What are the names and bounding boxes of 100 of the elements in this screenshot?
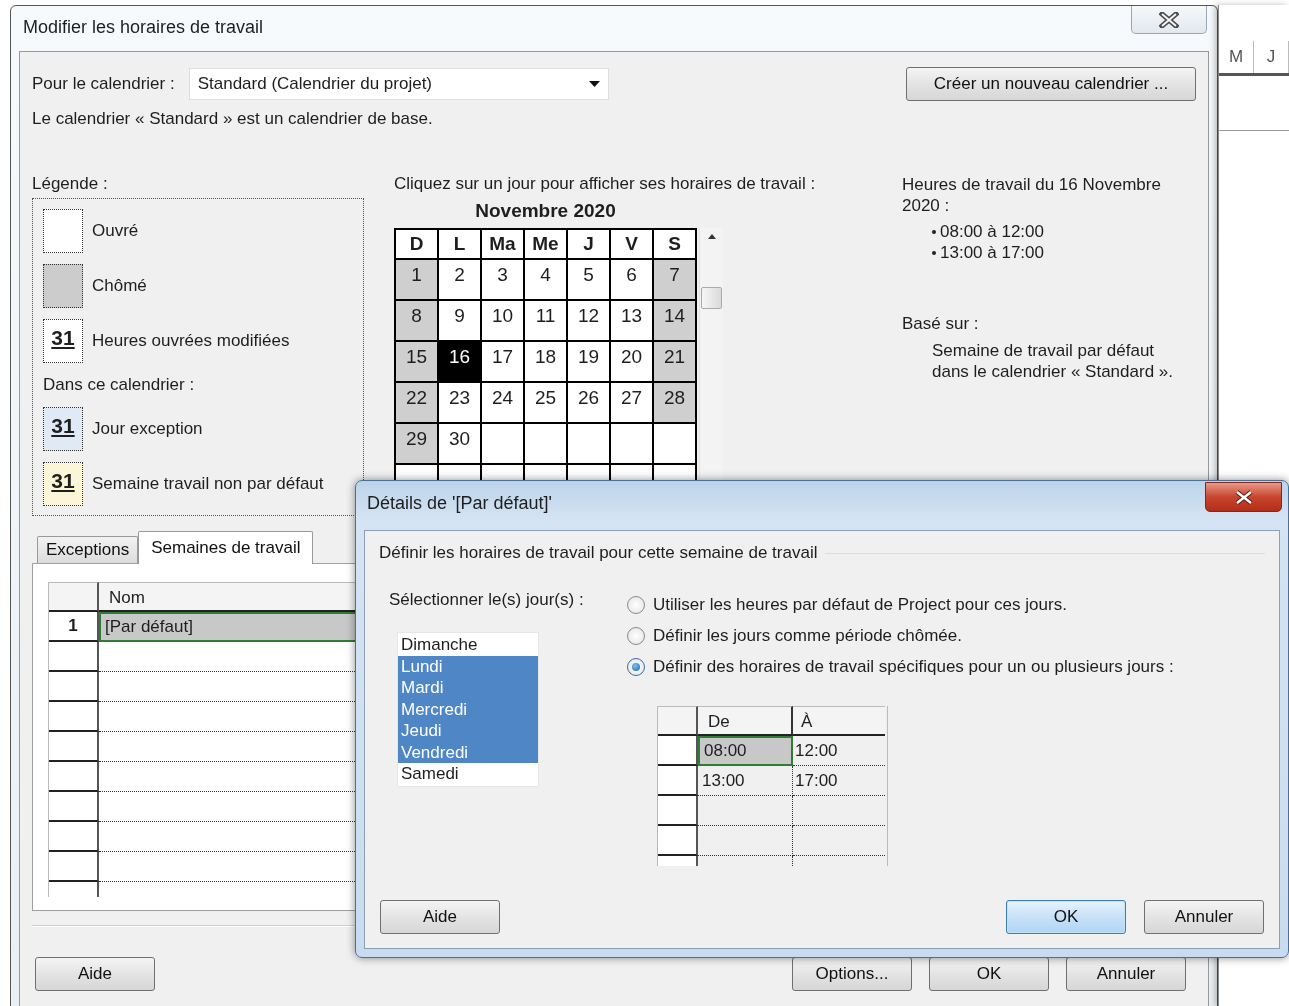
radio-button[interactable] — [627, 627, 645, 645]
calendar-day[interactable]: 28 — [654, 383, 695, 422]
calendar-cell — [611, 424, 652, 463]
calendar-day[interactable]: 2 — [439, 260, 480, 299]
calendar-day[interactable]: 24 — [482, 383, 523, 422]
calendar-day[interactable]: 8 — [396, 301, 437, 340]
list-item[interactable]: Dimanche — [398, 634, 538, 656]
calendar-day[interactable]: 22 — [396, 383, 437, 422]
row-header — [658, 736, 698, 766]
calendar-day[interactable]: 9 — [439, 301, 480, 340]
weekday-header: J — [568, 230, 609, 258]
row-header — [49, 792, 99, 822]
calendar-dropdown[interactable]: Standard (Calendrier du projet) — [188, 68, 609, 100]
calendar-day[interactable]: 26 — [568, 383, 609, 422]
time-range: 08:00 à 12:00 — [940, 221, 1044, 242]
calendar-day[interactable]: 15 — [396, 342, 437, 381]
scrollbar-thumb[interactable] — [701, 287, 722, 309]
table-cell[interactable] — [698, 796, 793, 826]
new-calendar-button[interactable]: Créer un nouveau calendrier ... — [906, 67, 1196, 101]
weekday-header: Me — [525, 230, 566, 258]
calendar-day[interactable]: 21 — [654, 342, 695, 381]
bullet-icon — [932, 229, 936, 234]
info-text: Le calendrier « Standard » est un calendrier de base. — [32, 109, 434, 129]
arrow-up-icon — [707, 234, 716, 239]
table-cell[interactable]: 17:00 — [793, 766, 885, 796]
calendar-cell — [654, 424, 695, 463]
calendar-day[interactable]: 27 — [611, 383, 652, 422]
month-title: Novembre 2020 — [474, 199, 617, 223]
field-label: Sélectionner le(s) jour(s) : — [389, 590, 585, 610]
close-button[interactable] — [1205, 482, 1282, 512]
calendar-day[interactable]: 23 — [439, 383, 480, 422]
calendar-day[interactable]: 25 — [525, 383, 566, 422]
section-label: Heures de travail du 16 Novembre 2020 : — [902, 174, 1162, 216]
button[interactable]: Options... — [792, 957, 912, 991]
calendar-day[interactable]: 10 — [482, 301, 523, 340]
list-item[interactable]: Mercredi — [398, 698, 538, 720]
radio-label[interactable]: Définir les jours comme période chômée. — [653, 626, 962, 646]
calendar-day[interactable]: 30 — [439, 424, 480, 463]
calendar-day[interactable]: 7 — [654, 260, 695, 299]
radio-label[interactable]: Définir des horaires de travail spécifiques pour un ou plusieurs jours : — [653, 657, 1174, 677]
time-range: 13:00 à 17:00 — [940, 242, 1044, 263]
list-item[interactable]: Jeudi — [398, 720, 538, 742]
group-title: Définir les horaires de travail pour cette semaine de travail — [379, 543, 818, 563]
calendar-day[interactable]: 3 — [482, 260, 523, 299]
list-item[interactable]: Vendredi — [398, 741, 538, 763]
button[interactable]: Annuler — [1144, 900, 1264, 934]
calendar-day[interactable]: 6 — [611, 260, 652, 299]
table-cell[interactable]: 08:00 — [698, 736, 793, 766]
legend-label: Chômé — [92, 276, 147, 296]
row-header — [49, 762, 99, 792]
row-header — [49, 672, 99, 702]
calendar-cell — [482, 424, 523, 463]
table-cell[interactable] — [698, 826, 793, 856]
caret-icon — [588, 81, 600, 87]
legend-swatch: 31 — [43, 462, 83, 506]
tab[interactable]: Exceptions — [37, 536, 139, 563]
calendar-day[interactable]: 17 — [482, 342, 523, 381]
table-cell[interactable]: 13:00 — [698, 766, 793, 796]
info-text: Semaine de travail par défaut dans le calendrier « Standard ». — [932, 340, 1174, 382]
weekday-header: V — [611, 230, 652, 258]
calendar-day[interactable]: 18 — [525, 342, 566, 381]
calendar-day[interactable]: 12 — [568, 301, 609, 340]
calendar-day[interactable]: 5 — [568, 260, 609, 299]
day-listbox[interactable]: Dimanche Lundi Mardi Mercredi Jeudi Vendredi Samedi — [397, 632, 539, 787]
close-button[interactable] — [1131, 6, 1207, 34]
calendar-day[interactable]: 29 — [396, 424, 437, 463]
field-label: Pour le calendrier : — [32, 74, 175, 94]
radio-button[interactable] — [627, 596, 645, 614]
section-label: Basé sur : — [902, 313, 980, 334]
window-title: Modifier les horaires de travail — [23, 17, 264, 38]
calendar-day[interactable]: 19 — [568, 342, 609, 381]
row-header — [49, 732, 99, 762]
section-label: Légende : — [32, 174, 109, 195]
button[interactable]: Annuler — [1066, 957, 1186, 991]
table-cell[interactable]: 12:00 — [793, 736, 885, 766]
weekday-header: D — [396, 230, 437, 258]
calendar-cell — [525, 424, 566, 463]
column-header: J — [1254, 41, 1289, 73]
list-item[interactable]: Mardi — [398, 677, 538, 699]
calendar-day[interactable]: 11 — [525, 301, 566, 340]
button[interactable]: Aide — [35, 957, 155, 991]
row-header — [49, 702, 99, 732]
legend-swatch: 31 — [43, 407, 83, 451]
calendar-day[interactable]: 4 — [525, 260, 566, 299]
list-item[interactable]: Samedi — [398, 763, 538, 785]
default-button[interactable]: OK — [1006, 900, 1126, 934]
radio-button[interactable] — [627, 658, 645, 676]
tab[interactable]: Semaines de travail — [138, 531, 314, 564]
column-header: De — [698, 706, 793, 736]
button[interactable]: OK — [929, 957, 1049, 991]
calendar-day[interactable]: 1 — [396, 260, 437, 299]
instruction-text: Cliquez sur un jour pour afficher ses horaires de travail : — [394, 174, 817, 194]
calendar-day[interactable]: 13 — [611, 301, 652, 340]
list-item[interactable]: Lundi — [398, 655, 538, 677]
column-header: M — [1219, 41, 1254, 73]
button[interactable]: Aide — [380, 900, 500, 934]
calendar-day[interactable]: 20 — [611, 342, 652, 381]
legend-heading: Dans ce calendrier : — [43, 374, 196, 396]
calendar-day[interactable]: 14 — [654, 301, 695, 340]
weekday-header: L — [439, 230, 480, 258]
